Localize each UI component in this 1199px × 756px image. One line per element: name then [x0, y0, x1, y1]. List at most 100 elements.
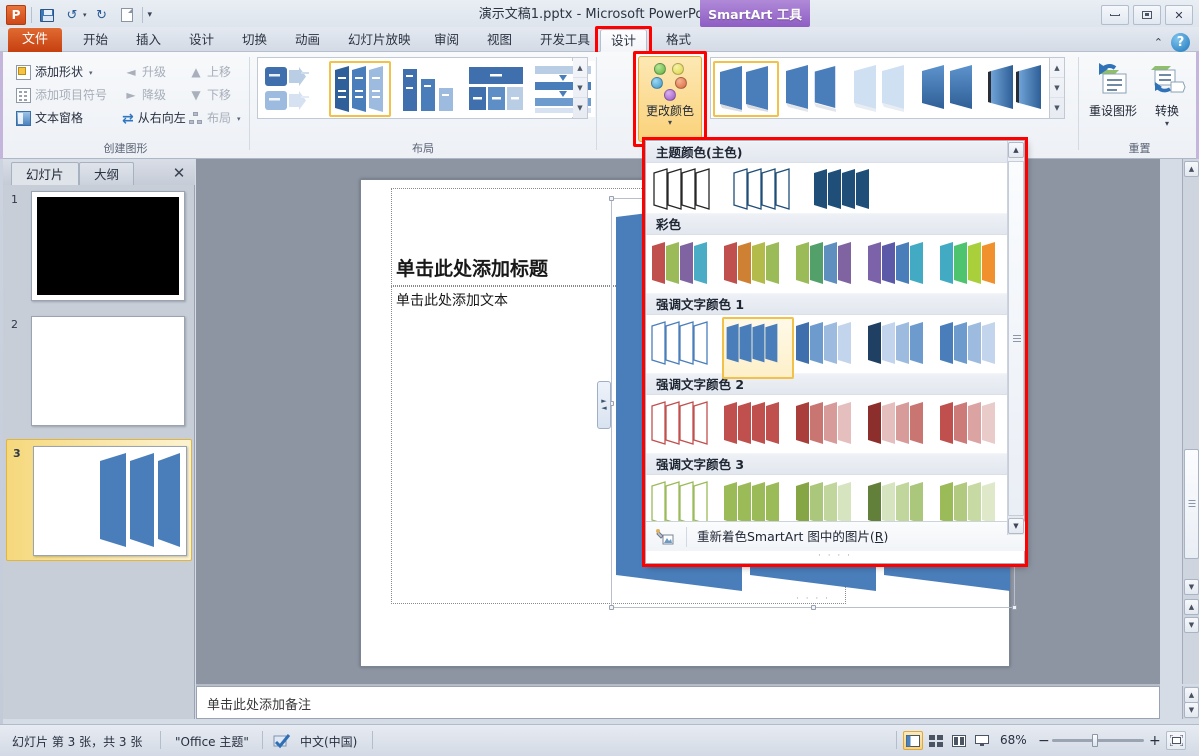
powerpoint-logo-icon[interactable]: P [6, 5, 26, 25]
resize-handle-s[interactable] [811, 605, 816, 610]
view-slideshow-button[interactable] [972, 731, 992, 750]
layout-thumb-4[interactable] [465, 61, 527, 117]
tab-slides[interactable]: 幻灯片 [11, 162, 79, 185]
save-button[interactable] [37, 5, 57, 25]
language-indicator[interactable]: 中文(中国) [300, 733, 357, 750]
text-pane-toggle-button[interactable]: ► ◄ [597, 381, 611, 429]
fit-to-window-button[interactable] [1166, 731, 1186, 750]
color-swatch-accent1-outline[interactable] [650, 317, 722, 379]
move-down-button[interactable]: ▼ 下移 [189, 85, 231, 106]
color-swatch-accent1-range[interactable] [794, 317, 866, 379]
chevron-down-icon[interactable]: ▾ [237, 115, 241, 123]
tab-review[interactable]: 审阅 [423, 29, 470, 52]
gallery-scroll-down-button[interactable]: ▼ [573, 78, 587, 98]
color-swatch-accent2-fill[interactable] [722, 397, 794, 459]
ribbon-tab-strip[interactable]: 文件 开始 插入 设计 切换 动画 幻灯片放映 审阅 视图 开发工具 设计 格式 [0, 27, 1199, 52]
tab-home[interactable]: 开始 [72, 29, 119, 52]
slides-pane-tabs[interactable]: 幻灯片 大纲 ✕ [3, 159, 195, 185]
zoom-slider[interactable] [1052, 734, 1144, 747]
undo-caret-icon[interactable]: ▾ [83, 11, 87, 19]
quick-access-toolbar[interactable]: P ↺ ▾ ↻ ▾ [6, 4, 152, 26]
chevron-down-icon[interactable]: ▾ [89, 69, 93, 77]
demote-button[interactable]: ► 降级 [124, 85, 166, 106]
slide-thumbnail-1[interactable]: 1 [3, 189, 195, 307]
view-normal-button[interactable] [903, 731, 923, 750]
slide-thumbnail-2[interactable]: 2 [3, 314, 195, 432]
previous-slide-button[interactable]: ▲ [1184, 599, 1199, 615]
slide-thumbnail-3[interactable]: 3 [3, 439, 195, 569]
color-swatch-colorful-5[interactable] [938, 237, 1010, 299]
style-thumb-5[interactable] [985, 61, 1051, 117]
dropdown-scrollbar[interactable]: ▲ ▼ [1007, 141, 1024, 535]
thumbnail-canvas[interactable] [33, 446, 187, 556]
scroll-up-button[interactable]: ▲ [1184, 161, 1199, 177]
move-up-button[interactable]: ▲ 上移 [189, 62, 231, 83]
collapse-ribbon-button[interactable]: ⌃ [1154, 36, 1163, 49]
color-swatch-accent1-contrast[interactable] [866, 317, 938, 379]
style-thumb-1-selected[interactable] [713, 61, 779, 117]
gallery-expand-button[interactable]: ▼ [573, 98, 587, 118]
tab-transitions[interactable]: 切换 [231, 29, 278, 52]
styles-expand-button[interactable]: ▼ [1050, 98, 1064, 118]
color-swatch-accent2-range[interactable] [794, 397, 866, 459]
change-colors-dropdown[interactable]: 主题颜色(主色) 彩色 强调文字颜色 1 强调文字颜色 2 强调文字颜色 3 重… [645, 140, 1026, 564]
add-bullet-button[interactable]: 添加项目符号 [16, 85, 107, 106]
notes-pane[interactable]: 单击此处添加备注 [196, 686, 1160, 719]
color-swatch-colorful-1[interactable] [650, 237, 722, 299]
color-swatch-accent2-contrast[interactable] [866, 397, 938, 459]
layouts-gallery-scrollbar[interactable]: ▲ ▼ ▼ [573, 57, 588, 119]
close-pane-button[interactable]: ✕ [169, 163, 189, 183]
close-button[interactable]: ✕ [1165, 5, 1193, 25]
styles-gallery-scrollbar[interactable]: ▲ ▼ ▼ [1050, 57, 1065, 119]
layout-button[interactable]: 布局 ▾ [189, 108, 241, 129]
reset-graphic-button[interactable]: 重设图形 [1088, 60, 1138, 119]
color-swatch-accent1-gradient[interactable] [938, 317, 1010, 379]
spellcheck-icon[interactable] [272, 731, 292, 750]
tab-design[interactable]: 设计 [178, 29, 225, 52]
gallery-scroll-up-button[interactable]: ▲ [573, 58, 587, 78]
resize-handle-nw[interactable] [609, 196, 614, 201]
tab-smartart-design[interactable]: 设计 [600, 29, 647, 52]
layouts-gallery[interactable] [257, 57, 595, 119]
color-swatch-dark-fill[interactable] [810, 165, 902, 227]
style-thumb-2[interactable] [781, 61, 847, 117]
dropdown-scroll-track[interactable] [1008, 161, 1024, 516]
chevron-down-icon[interactable]: ▾ [1165, 119, 1169, 128]
style-thumb-4[interactable] [917, 61, 983, 117]
tab-slideshow[interactable]: 幻灯片放映 [337, 29, 422, 52]
recolor-pictures-menu-item[interactable]: 重新着色SmartArt 图中的图片(R) [646, 521, 1026, 551]
window-controls[interactable]: ✕ [1101, 5, 1193, 25]
color-swatch-colorful-4[interactable] [866, 237, 938, 299]
dropdown-row-colorful[interactable] [646, 235, 1024, 293]
thumbnail-canvas[interactable] [31, 191, 185, 301]
color-swatch-accent2-gradient[interactable] [938, 397, 1010, 459]
add-shape-button[interactable]: 添加形状 ▾ [16, 62, 93, 83]
zoom-slider-knob[interactable] [1092, 734, 1098, 747]
next-slide-button[interactable]: ▼ [1184, 617, 1199, 633]
scroll-thumb[interactable] [1184, 449, 1199, 559]
notes-scroll-up-button[interactable]: ▲ [1184, 687, 1199, 703]
scroll-down-button[interactable]: ▼ [1184, 579, 1199, 595]
rtl-button[interactable]: ⇄ 从右向左 [122, 108, 186, 129]
notes-scroll-down-button[interactable]: ▼ [1184, 702, 1199, 718]
notes-scrollbar[interactable]: ▲ ▼ [1182, 686, 1199, 719]
help-button[interactable]: ? [1171, 33, 1190, 52]
minimize-button[interactable] [1101, 5, 1129, 25]
dropdown-row-accent2[interactable] [646, 395, 1024, 453]
convert-button[interactable]: 转换 ▾ [1142, 60, 1192, 128]
tab-outline[interactable]: 大纲 [79, 162, 135, 185]
dropdown-row-accent1[interactable] [646, 315, 1024, 379]
chevron-down-icon[interactable]: ▾ [668, 118, 672, 128]
redo-button[interactable]: ↻ [92, 5, 112, 25]
promote-button[interactable]: ◄ 升级 [124, 62, 166, 83]
dropdown-scroll-down-button[interactable]: ▼ [1008, 518, 1024, 534]
zoom-out-button[interactable]: − [1038, 733, 1050, 749]
style-thumb-3[interactable] [849, 61, 915, 117]
color-swatch-colorful-2[interactable] [722, 237, 794, 299]
color-swatch-dark-outline[interactable] [650, 165, 742, 227]
layout-thumb-3[interactable] [397, 61, 459, 117]
edit-area-scrollbar[interactable]: ▲ ▼ ▲ ▼ [1182, 159, 1199, 684]
color-swatch-blue-outline[interactable] [730, 165, 822, 227]
tab-smartart-format[interactable]: 格式 [655, 29, 702, 52]
thumbnail-canvas[interactable] [31, 316, 185, 426]
